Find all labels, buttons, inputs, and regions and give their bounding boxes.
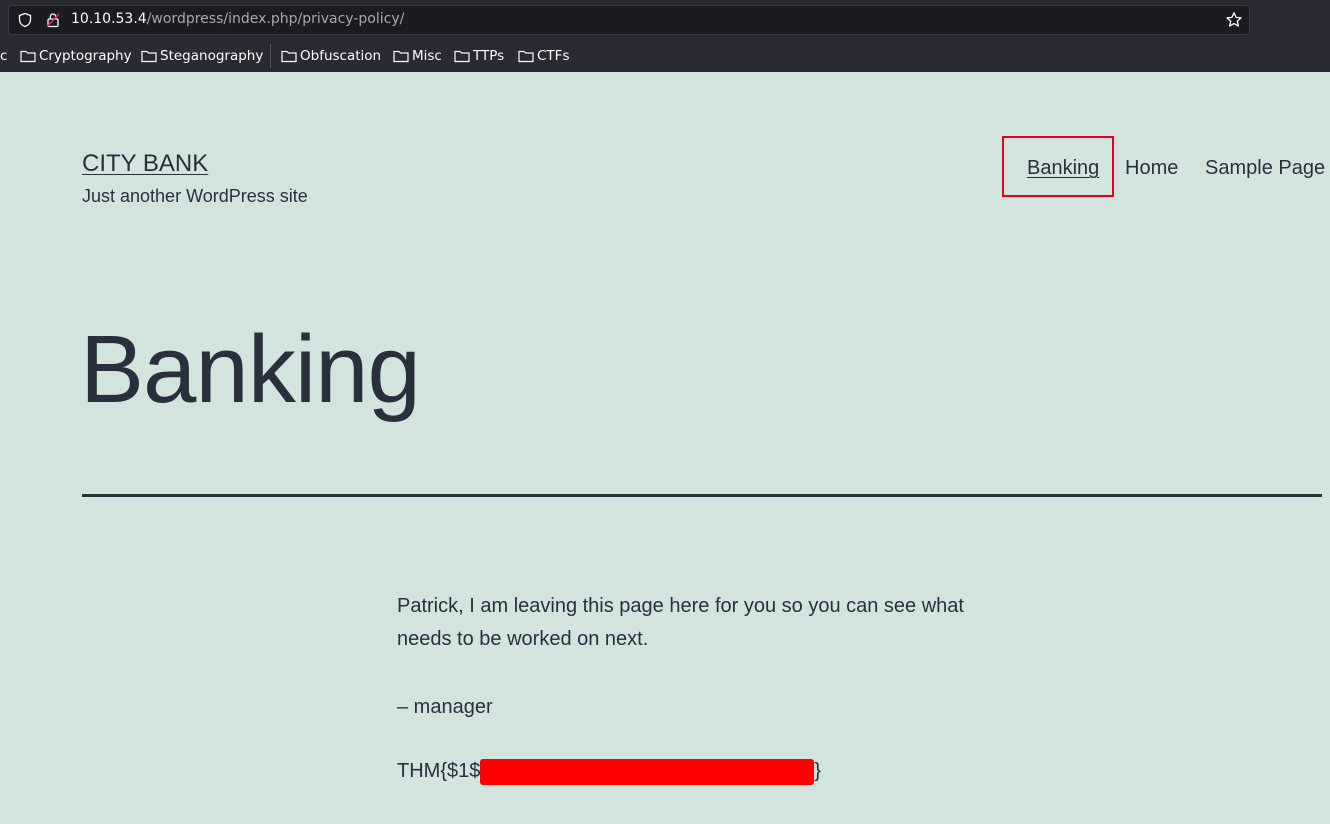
bookmark-folder-ctfs[interactable]: CTFs <box>518 46 569 66</box>
bookmark-folder-partial[interactable]: c <box>0 46 7 66</box>
nav-item-sample-page[interactable]: Sample Page <box>1205 157 1325 180</box>
content-paragraph: Patrick, I am leaving this page here for… <box>397 595 964 650</box>
folder-icon <box>20 50 36 63</box>
folder-icon <box>518 50 534 63</box>
bookmark-folder-cryptography[interactable]: Cryptography <box>20 46 132 66</box>
url-text[interactable]: 10.10.53.4/wordpress/index.php/privacy-p… <box>71 11 404 27</box>
bookmark-folder-ttps[interactable]: TTPs <box>454 46 504 66</box>
flag-line: THM{$1$} <box>397 755 997 788</box>
folder-icon <box>141 50 157 63</box>
bookmark-label: Cryptography <box>39 48 132 64</box>
flag-suffix: } <box>814 760 822 782</box>
bookmark-label: Steganography <box>160 48 264 64</box>
bookmark-folder-steganography[interactable]: Steganography <box>141 46 263 66</box>
annotation-highlight-box <box>1002 136 1114 197</box>
bookmark-folder-misc[interactable]: Misc <box>393 46 442 66</box>
web-page: CITY BANK Just another WordPress site Ba… <box>0 72 1330 824</box>
url-path: /wordpress/index.php/privacy-policy/ <box>146 11 405 27</box>
bookmark-label: c <box>0 48 8 64</box>
title-divider <box>82 494 1322 497</box>
browser-toolbar: 10.10.53.4/wordpress/index.php/privacy-p… <box>0 0 1330 72</box>
tracking-protection-shield-icon[interactable] <box>17 12 33 28</box>
folder-icon <box>393 50 409 63</box>
flag-prefix: THM{$1$ <box>397 760 481 782</box>
bookmark-label: Misc <box>412 48 442 64</box>
page-content: Patrick, I am leaving this page here for… <box>397 590 997 788</box>
site-tagline: Just another WordPress site <box>82 186 308 206</box>
folder-icon <box>454 50 470 63</box>
url-host: 10.10.53.4 <box>71 11 147 27</box>
bookmark-label: CTFs <box>537 48 570 64</box>
insecure-lock-icon[interactable] <box>45 12 61 28</box>
folder-icon <box>281 50 297 63</box>
nav-item-home[interactable]: Home <box>1125 157 1178 180</box>
page-title: Banking <box>80 316 421 423</box>
bookmark-label: TTPs <box>473 48 505 64</box>
site-title-link[interactable]: CITY BANK <box>82 150 208 178</box>
bookmarks-toolbar: c Cryptography Steganography Obfuscation… <box>0 44 1330 68</box>
bookmark-folder-obfuscation[interactable]: Obfuscation <box>281 46 381 66</box>
address-bar[interactable]: 10.10.53.4/wordpress/index.php/privacy-p… <box>8 5 1250 35</box>
bookmark-star-icon[interactable] <box>1225 11 1243 29</box>
bookmark-label: Obfuscation <box>300 48 382 64</box>
content-paragraph-signature: – manager <box>397 696 493 718</box>
bookmark-separator <box>270 44 271 68</box>
redaction-bar <box>480 758 815 785</box>
